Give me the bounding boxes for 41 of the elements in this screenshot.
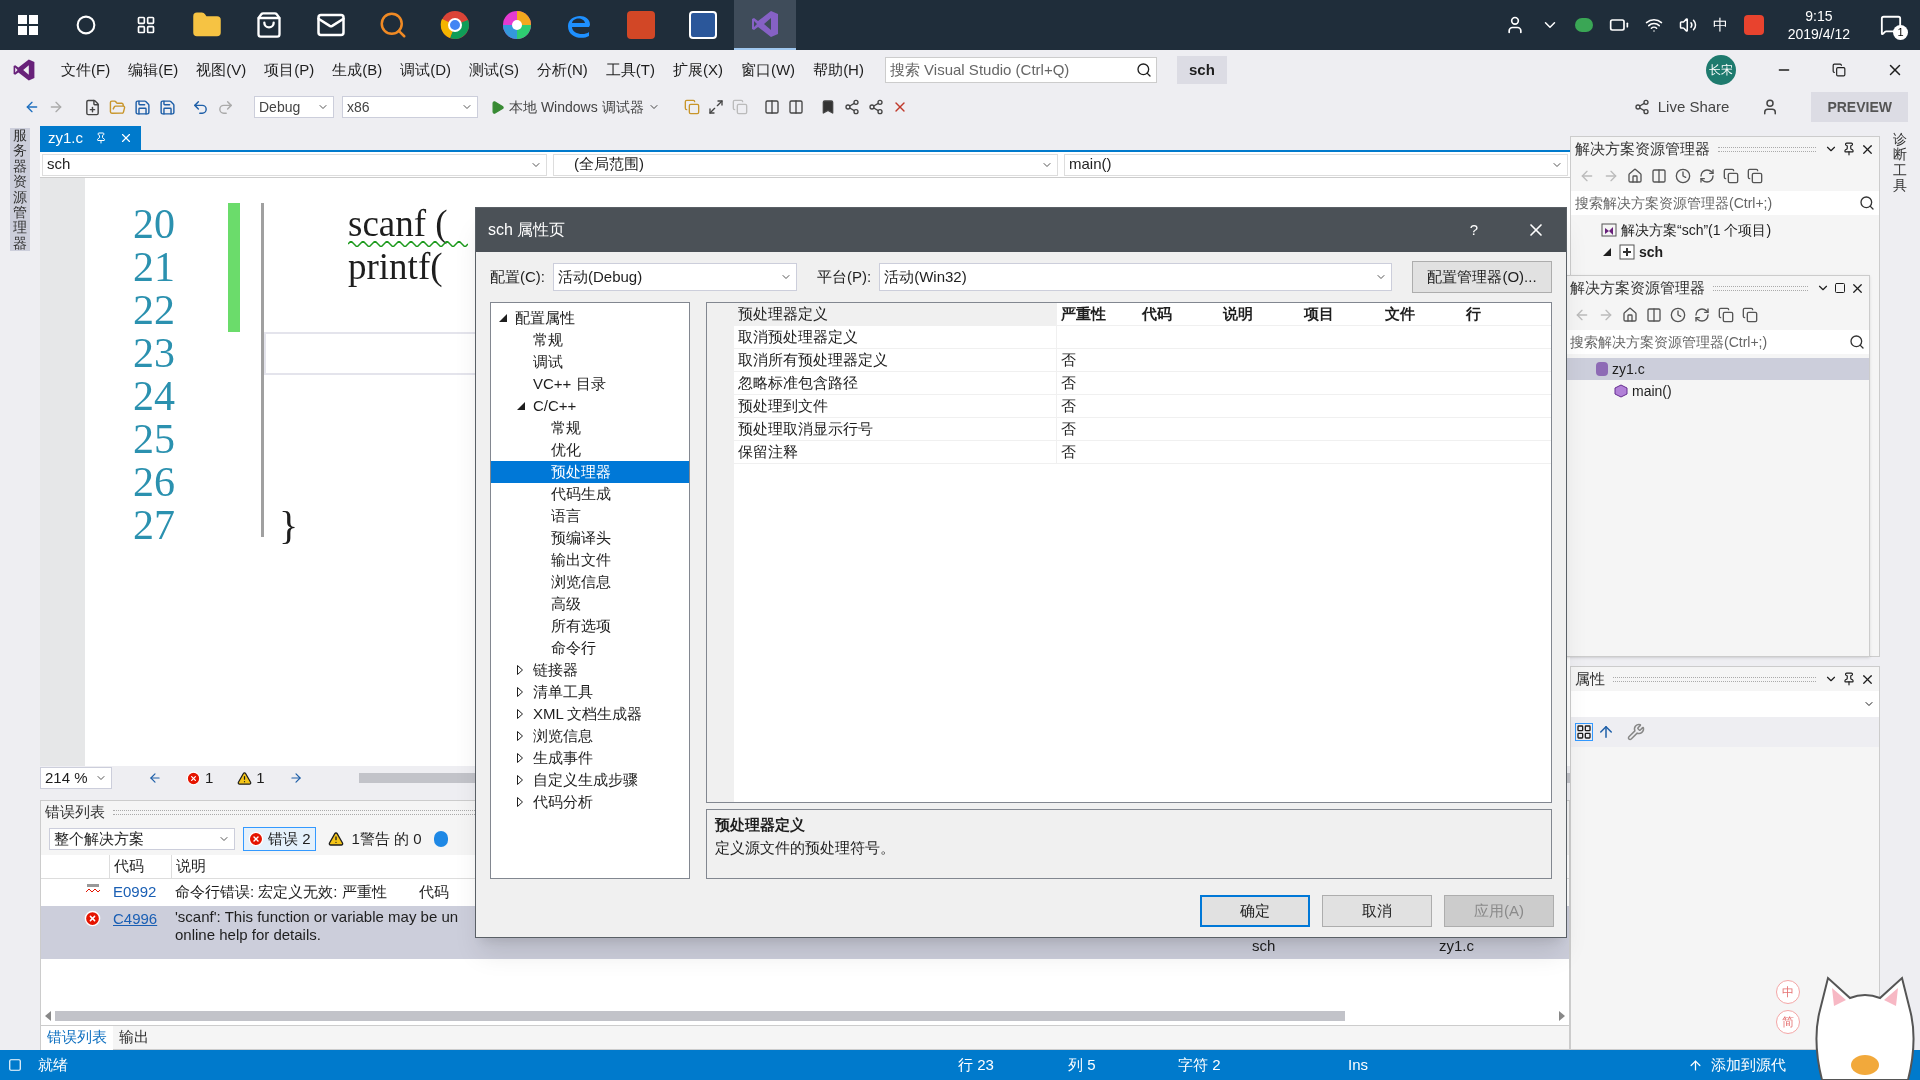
column-indicator: 列 5 <box>1068 1054 1097 1075</box>
line-number: 21 <box>132 246 175 289</box>
panel-title: 解决方案资源管理器 <box>1570 277 1705 298</box>
file-cell-text: zy1.c <box>1439 935 1475 956</box>
error-description: online help for details. <box>175 925 322 944</box>
description-title: 预处理器定义 <box>715 815 806 835</box>
status-text: 就绪 <box>38 1054 68 1075</box>
column-header: 项目 <box>1304 303 1335 324</box>
column-header: 代码 <box>1142 303 1173 324</box>
line-indicator: 行 23 <box>958 1054 995 1075</box>
dialog-title: sch 属性页 <box>488 220 566 240</box>
code-text: scanf ( <box>348 202 448 245</box>
error-description: 代码 <box>418 882 449 902</box>
error-description: 'scanf': This function or variable may be un <box>175 907 460 926</box>
line-number: 22 <box>132 289 175 332</box>
column-header: 行 <box>1466 303 1482 324</box>
platform-label: 平台(P): <box>817 266 872 287</box>
column-header: 文件 <box>1385 303 1416 324</box>
notification-count: 1 <box>1893 25 1908 40</box>
char-indicator: 字符 2 <box>1178 1054 1222 1075</box>
column-header: 严重性 <box>1061 303 1107 324</box>
line-number: 25 <box>132 418 175 461</box>
line-number: 20 <box>132 203 175 246</box>
insert-mode: Ins <box>1348 1054 1369 1075</box>
line-number: 23 <box>132 332 175 375</box>
error-description: 命令行错误: 宏定义无效: 严重性 <box>175 882 387 902</box>
line-number: 27 <box>132 504 175 547</box>
line-number: 26 <box>132 461 175 504</box>
clock-date: 2019/4/12 <box>1787 25 1850 43</box>
line-number: 24 <box>132 375 175 418</box>
config-label: 配置(C): <box>490 266 545 287</box>
panel-title: 错误列表 <box>45 801 105 822</box>
description-text: 定义源文件的预处理符号。 <box>715 837 896 858</box>
panel-title: 属性 <box>1575 668 1605 689</box>
project-cell-text: sch <box>1252 935 1277 956</box>
clock-time: 9:15 <box>1805 7 1833 25</box>
code-text: printf( <box>348 245 443 288</box>
panel-title: 解决方案资源管理器 <box>1575 138 1710 159</box>
solution-name: sch <box>1176 56 1227 84</box>
column-header: 说明 <box>1223 303 1254 324</box>
code-text: } <box>279 501 299 550</box>
